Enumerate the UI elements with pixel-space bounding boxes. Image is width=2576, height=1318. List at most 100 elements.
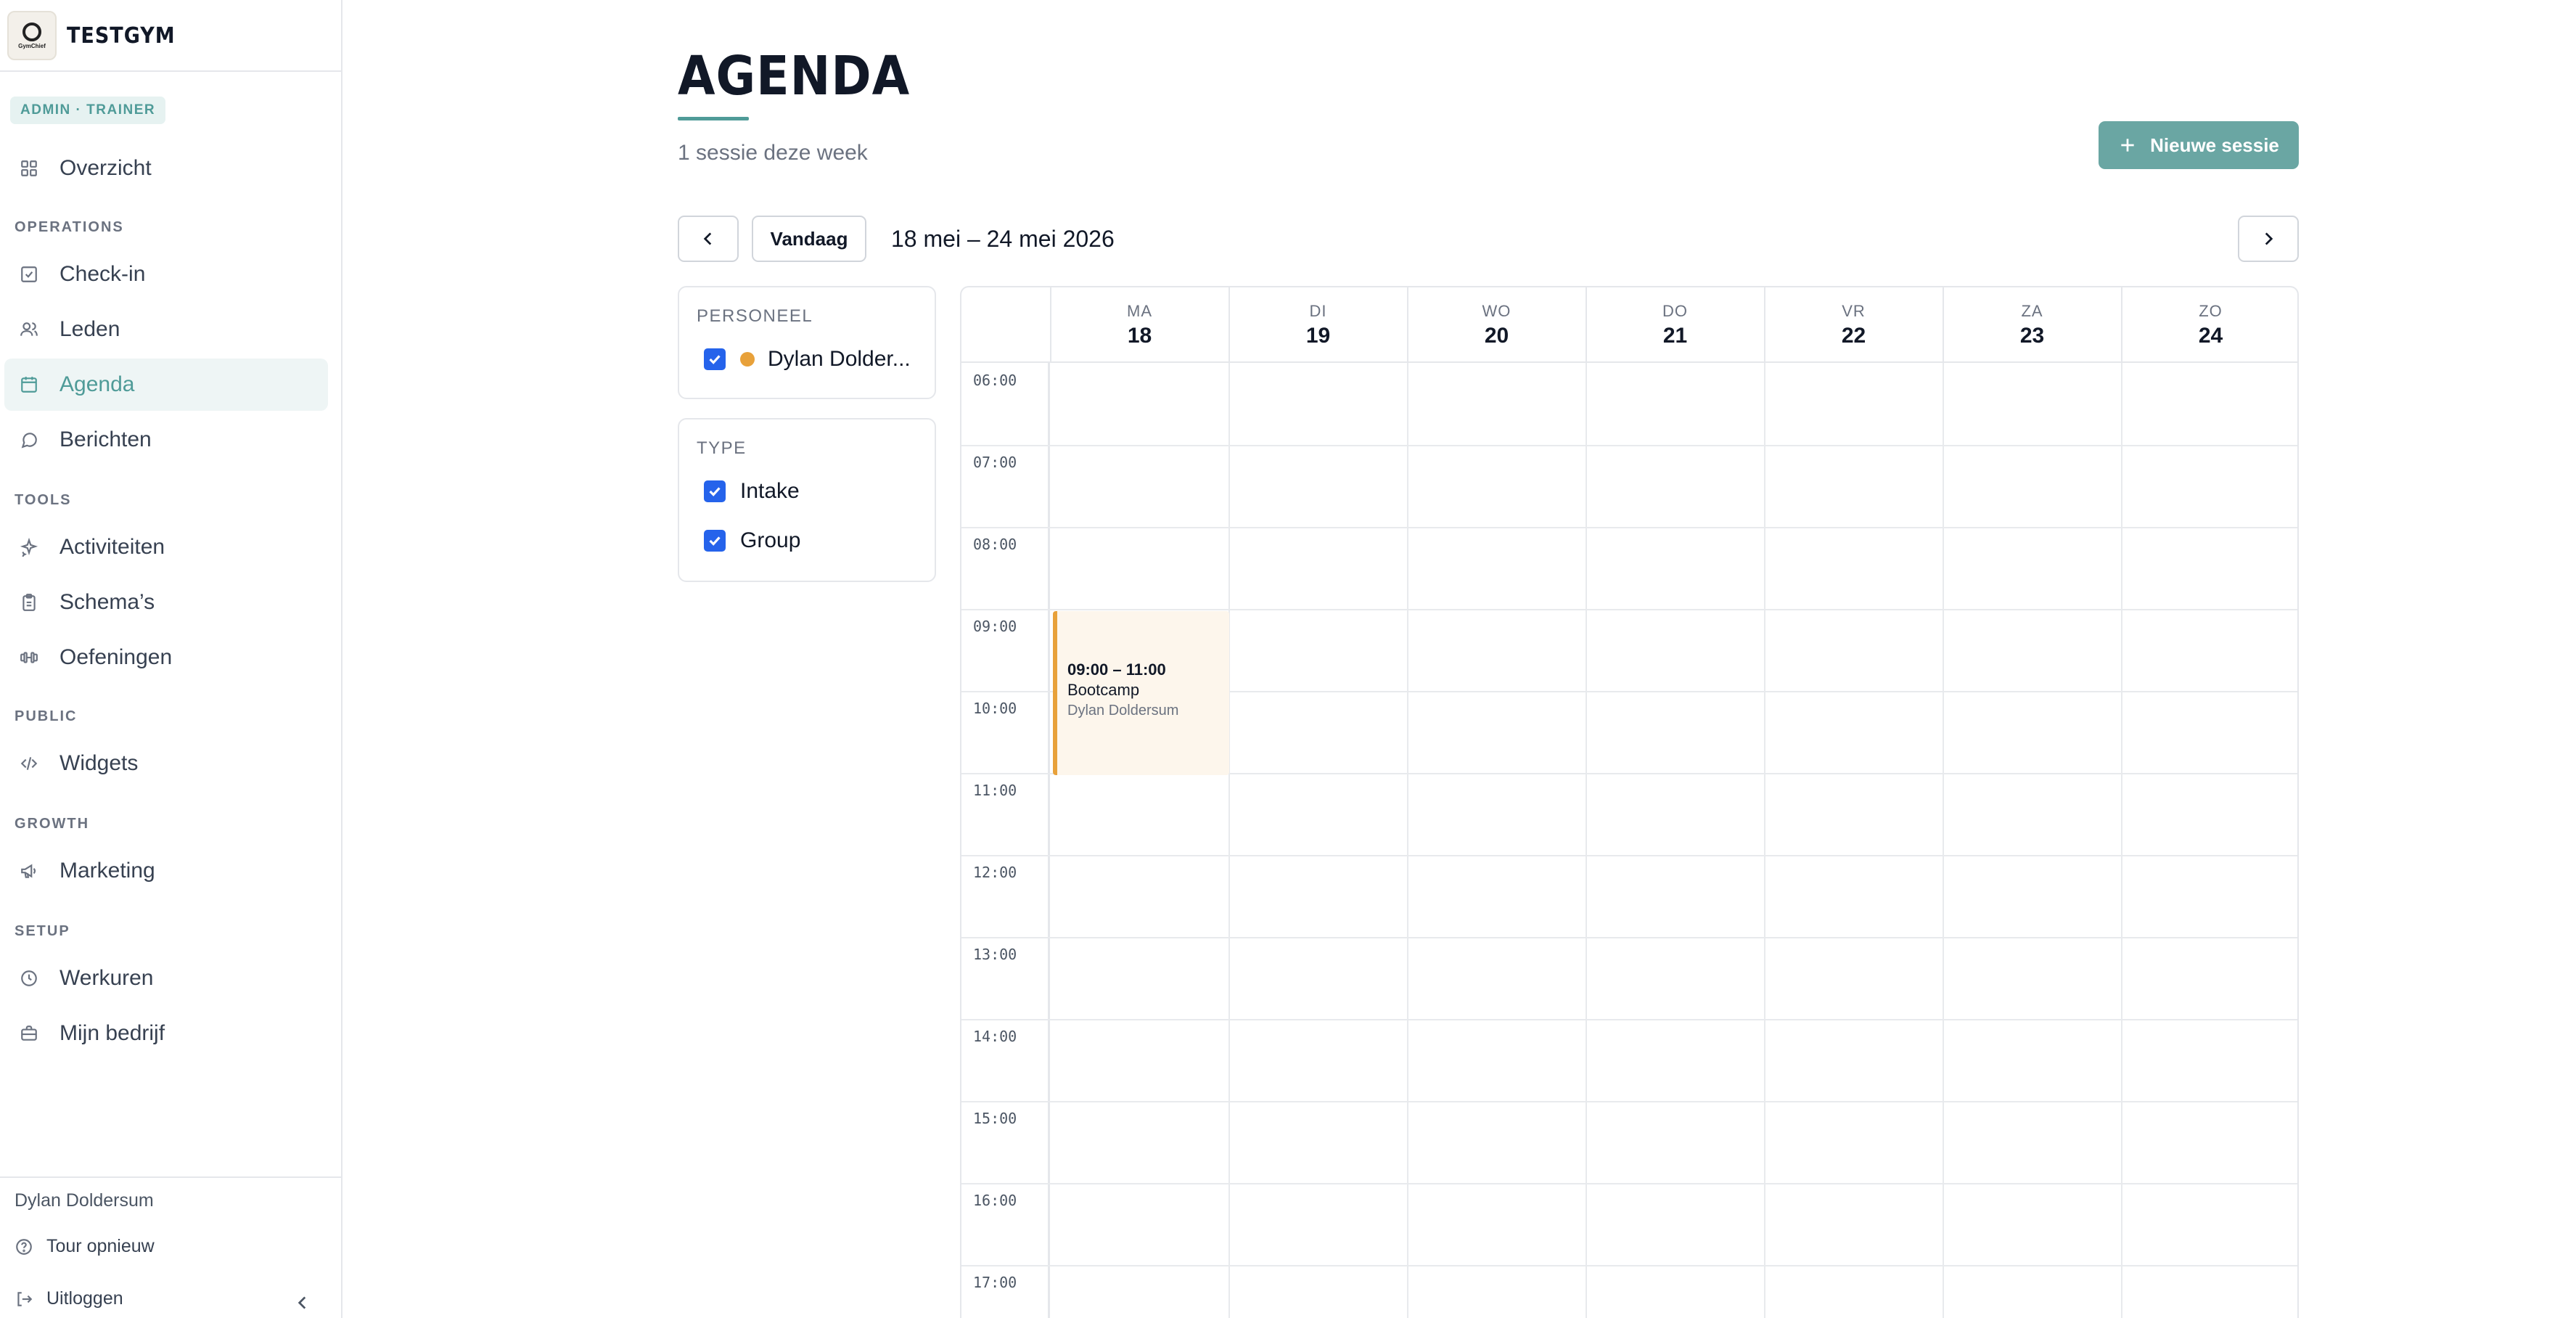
calendar-header: MA 18 DI 19 WO 20 DO 21 VR 22 ZA 23 ZO 24 [961,287,2297,363]
calendar-event[interactable]: 09:00 – 11:00 Bootcamp Dylan Doldersum [1053,611,1229,775]
day-gridline [1764,363,1765,1318]
megaphone-icon [17,859,41,883]
nav-item-label: Werkuren [60,966,154,990]
sparkle-icon [17,536,41,559]
section-title-public: PUBLIC [15,708,78,724]
check-icon [709,355,721,364]
nav-item-overzicht[interactable]: Overzicht [4,142,328,195]
hour-gridline [961,527,2297,528]
briefcase-icon [17,1022,41,1045]
section-title-growth: GROWTH [15,816,90,832]
type-filter-label: Intake [740,479,800,503]
checkbox-checked[interactable] [704,348,726,370]
hour-gridline [961,855,2297,856]
today-button[interactable]: Vandaag [752,216,866,262]
nav-item-label: Overzicht [60,156,152,180]
staff-filter-title: PERSONEEL [697,306,813,326]
nav-item-label: Widgets [60,751,139,775]
time-column: 06:00 07:00 08:00 09:00 10:00 11:00 12:0… [961,363,1050,1318]
chevron-right-icon [2265,232,2273,245]
hour-label: 08:00 [973,536,1017,553]
next-week-button[interactable] [2238,216,2299,262]
day-gridline [2121,363,2122,1318]
nav-item-label: Oefeningen [60,645,173,669]
type-filter-card: TYPE Intake Group [678,418,936,582]
day-header-wo: WO 20 [1407,287,1585,363]
tour-again-link[interactable]: Tour opnieuw [15,1236,155,1257]
nav-item-activiteiten[interactable]: Activiteiten [4,521,328,573]
role-badge: ADMIN · TRAINER [10,97,166,124]
day-header-zo: ZO 24 [2121,287,2297,363]
day-number: 23 [2019,324,2045,348]
brand-name: TESTGYM [67,22,176,49]
nav-item-label: Schema’s [60,590,155,614]
section-title-setup: SETUP [15,923,70,939]
divider [0,1176,341,1178]
logout-link[interactable]: Uitloggen [15,1288,123,1309]
nav-item-werkuren[interactable]: Werkuren [4,952,328,1004]
collapse-sidebar-button[interactable] [290,1290,315,1315]
week-calendar: MA 18 DI 19 WO 20 DO 21 VR 22 ZA 23 ZO 24 06:00… [960,286,2299,1318]
day-gridline [1586,363,1587,1318]
hour-gridline [961,609,2297,610]
nav-item-widgets[interactable]: Widgets [4,737,328,790]
nav-item-label: Mijn bedrijf [60,1021,165,1045]
nav-item-label: Check-in [60,262,146,286]
type-filter-option-group[interactable]: Group [704,528,800,553]
help-circle-icon [16,1238,32,1255]
nav-item-label: Berichten [60,427,152,451]
type-filter-option-intake[interactable]: Intake [704,479,800,504]
nav-item-berichten[interactable]: Berichten [4,414,328,466]
hour-label: 15:00 [973,1110,1017,1127]
nav-item-label: Marketing [60,859,155,883]
type-filter-title: TYPE [697,438,747,458]
new-session-button[interactable]: Nieuwe sessie [2099,121,2299,169]
page-subtitle: 1 sessie deze week [678,141,868,165]
nav-item-schemas[interactable]: Schema’s [4,576,328,629]
event-title: Bootcamp [1067,681,1140,699]
tour-again-label: Tour opnieuw [46,1236,155,1256]
day-number: 24 [2198,324,2223,348]
users-icon [17,318,41,341]
day-of-week: MA [1127,302,1152,320]
dumbbell-icon [17,646,41,669]
hour-gridline [961,1265,2297,1266]
current-user-name: Dylan Doldersum [15,1190,154,1211]
divider [0,70,341,72]
hour-gridline [961,1019,2297,1020]
chevron-left-icon [703,232,712,245]
day-of-week: DO [1662,302,1688,320]
nav-item-label: Agenda [60,372,135,396]
hour-label: 14:00 [973,1028,1017,1045]
day-header-za: ZA 23 [1943,287,2120,363]
hour-gridline [961,1101,2297,1102]
nav-item-check-in[interactable]: Check-in [4,248,328,300]
checkbox-checked[interactable] [704,480,726,502]
nav-item-agenda[interactable]: Agenda [4,359,328,411]
day-gridline [1228,363,1230,1318]
day-of-week: ZO [2199,302,2223,320]
page-title: AGENDA [678,45,911,107]
brand[interactable]: GymChief TESTGYM [7,6,176,65]
previous-week-button[interactable] [678,216,739,262]
check-icon [709,487,721,496]
calendar-icon [17,373,41,396]
chevron-left-icon [298,1296,306,1309]
day-of-week: DI [1309,302,1327,320]
message-icon [17,428,41,451]
staff-filter-option[interactable]: Dylan Dolder... [704,347,911,372]
day-number: 18 [1127,324,1152,348]
gym-logo: GymChief [7,11,57,60]
hour-label: 06:00 [973,372,1017,389]
checkbox-checked[interactable] [704,530,726,552]
nav-item-oefeningen[interactable]: Oefeningen [4,631,328,684]
hour-label: 16:00 [973,1192,1017,1209]
logo-mark-icon [22,22,41,41]
nav-item-leden[interactable]: Leden [4,303,328,356]
staff-filter-card: PERSONEEL Dylan Dolder... [678,286,936,399]
staff-filter-label: Dylan Dolder... [768,347,911,371]
nav-item-mijn-bedrijf[interactable]: Mijn bedrijf [4,1007,328,1060]
new-session-label: Nieuwe sessie [2150,134,2279,156]
nav-item-marketing[interactable]: Marketing [4,845,328,897]
section-title-operations: OPERATIONS [15,219,124,235]
